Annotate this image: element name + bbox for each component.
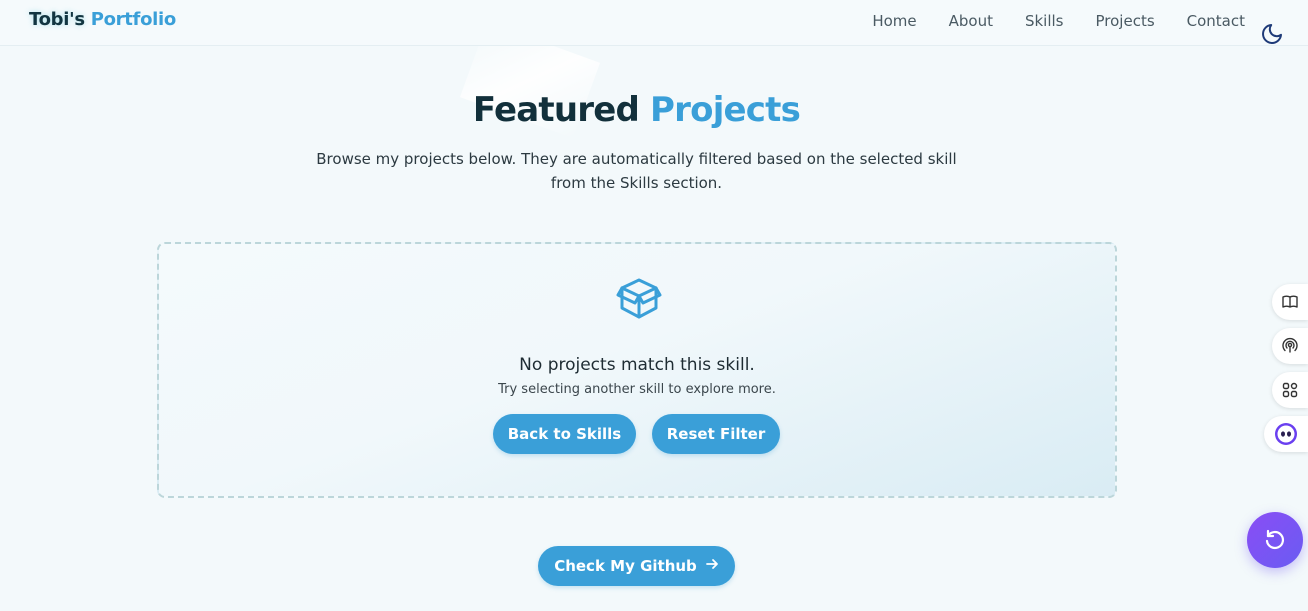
bot-icon[interactable] <box>1264 416 1308 452</box>
arrow-right-icon <box>705 557 719 575</box>
page-title: Featured Projects <box>0 90 1273 130</box>
page-subtitle: Browse my projects below. They are autom… <box>316 150 957 192</box>
nav-links: Home About Skills Projects Contact <box>872 12 1245 30</box>
nav-skills[interactable]: Skills <box>1025 12 1064 30</box>
broadcast-icon[interactable] <box>1272 328 1308 364</box>
empty-state-hint: Try selecting another skill to explore m… <box>498 382 776 397</box>
nav-about[interactable]: About <box>949 12 993 30</box>
check-github-label: Check My Github <box>554 557 697 575</box>
nav-contact[interactable]: Contact <box>1187 12 1245 30</box>
brand-first: Tobi's <box>29 9 85 30</box>
empty-state-card: No projects match this skill. Try select… <box>157 242 1117 498</box>
nav-projects[interactable]: Projects <box>1096 12 1155 30</box>
empty-state-title: No projects match this skill. <box>519 355 755 375</box>
reset-filter-button[interactable]: Reset Filter <box>652 414 780 454</box>
book-icon[interactable] <box>1272 284 1308 320</box>
refresh-icon[interactable] <box>1247 512 1303 568</box>
apps-icon[interactable] <box>1272 372 1308 408</box>
page-title-part2: Projects <box>650 90 801 130</box>
brand-second: Portfolio <box>90 9 177 30</box>
back-to-skills-button[interactable]: Back to Skills <box>493 414 636 454</box>
package-icon <box>615 274 663 322</box>
check-github-button[interactable]: Check My Github <box>538 546 735 586</box>
moon-icon[interactable] <box>1260 22 1284 46</box>
page-title-part1: Featured <box>472 90 640 130</box>
navbar: Tobi's Portfolio Home About Skills Proje… <box>0 0 1308 46</box>
brand-logo[interactable]: Tobi's Portfolio <box>29 9 176 30</box>
nav-home[interactable]: Home <box>872 12 916 30</box>
